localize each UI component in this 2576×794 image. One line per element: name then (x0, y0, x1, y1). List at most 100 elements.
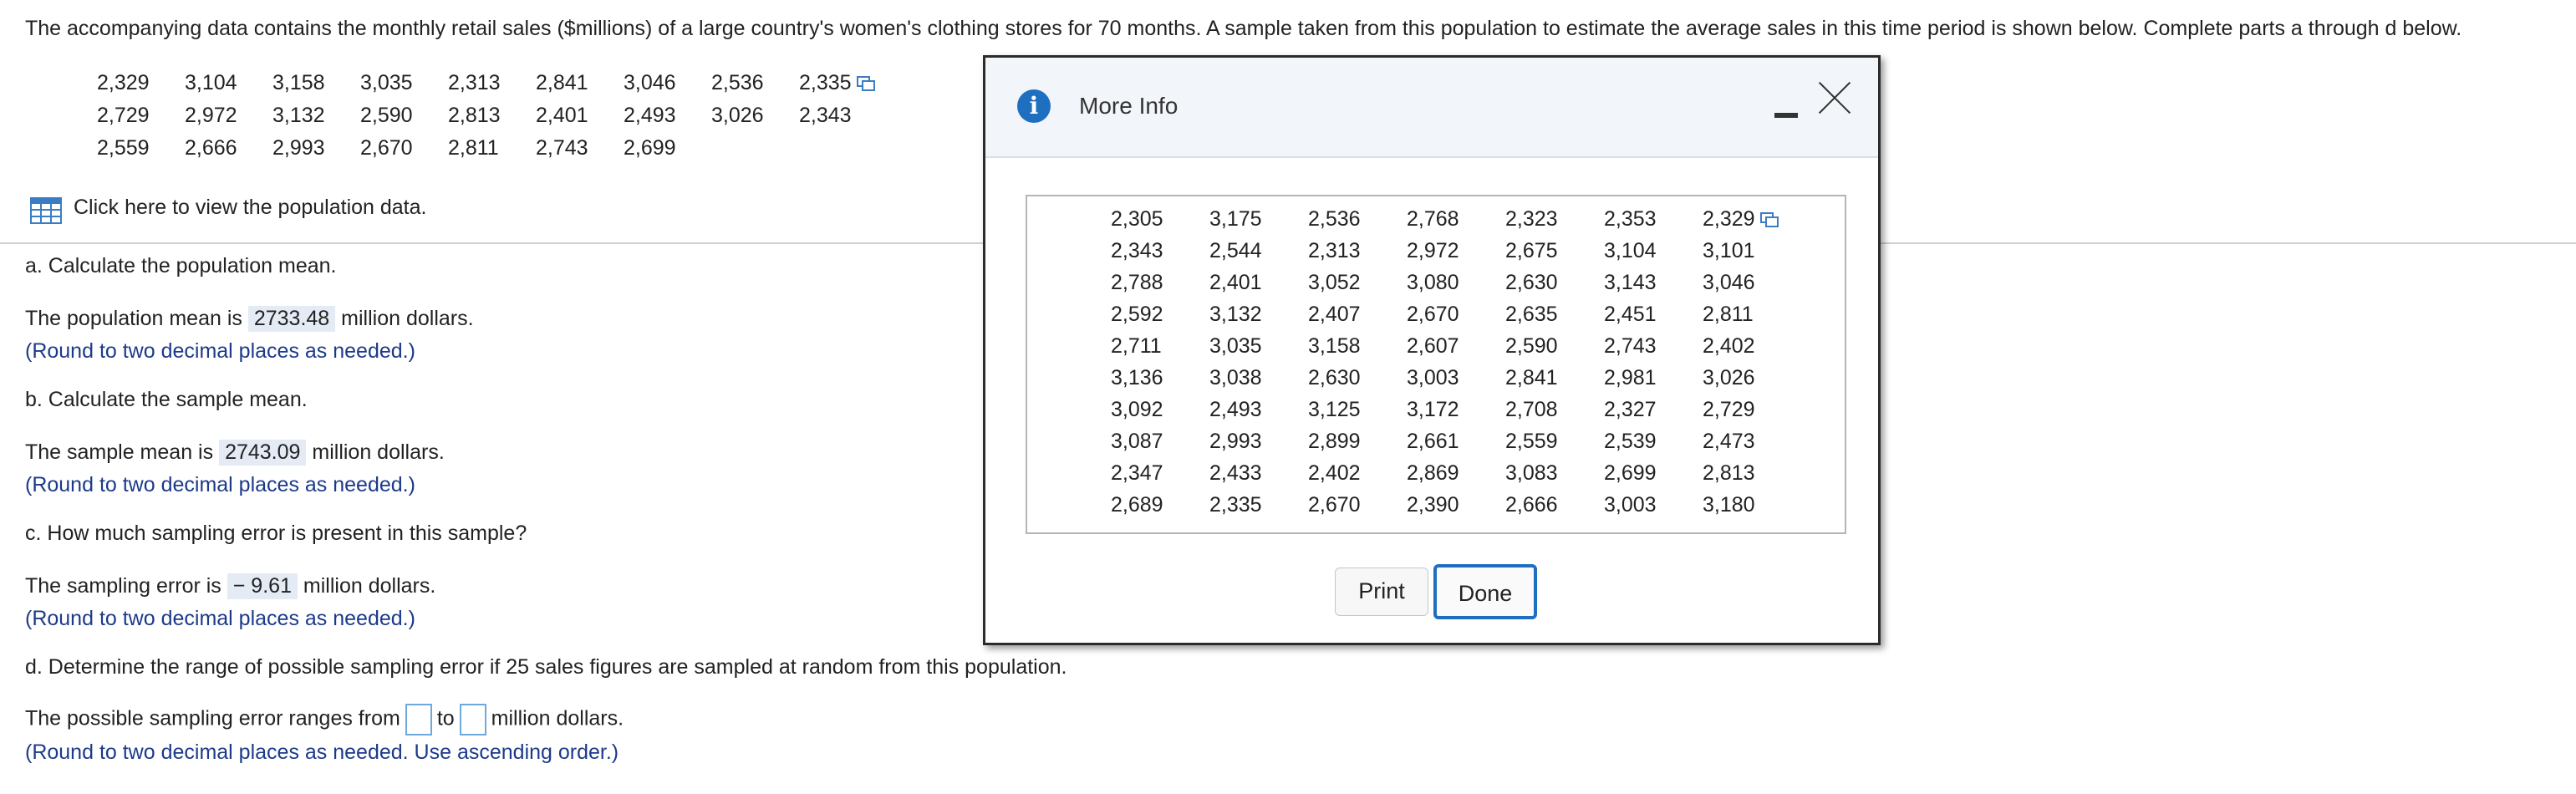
sample-cell: 2,590 (360, 99, 448, 132)
sample-cell: 3,104 (185, 67, 272, 99)
population-cell: 3,046 (1703, 267, 1801, 298)
population-cell: 2,473 (1703, 425, 1801, 457)
sample-value: 3,132 (272, 104, 325, 127)
range-upper-input[interactable] (459, 704, 486, 735)
population-value: 2,493 (1209, 397, 1262, 421)
population-mean-answer[interactable]: 2733.48 (247, 306, 336, 332)
population-cell: 2,343 (1111, 235, 1209, 267)
population-cell: 2,329 (1703, 203, 1801, 235)
copy-icon[interactable] (856, 76, 875, 92)
population-cell: 3,026 (1703, 362, 1801, 394)
sample-cell: 2,343 (799, 99, 887, 132)
part-b-prefix: The sample mean is (25, 440, 214, 464)
population-row: 2,347 2,433 2,402 2,869 3,083 2,699 2,813 (1111, 457, 1801, 489)
population-value: 2,675 (1505, 238, 1558, 262)
grid-icon[interactable] (30, 197, 62, 224)
population-data-link[interactable]: Click here to view the population data. (74, 196, 426, 220)
sample-cell: 2,670 (360, 132, 448, 165)
population-cell: 2,993 (1209, 425, 1308, 457)
population-value: 2,811 (1703, 302, 1754, 326)
sample-value: 2,313 (448, 71, 501, 94)
population-cell: 2,768 (1407, 203, 1505, 235)
population-cell: 2,711 (1111, 330, 1209, 362)
part-d-prompt: d. Determine the range of possible sampl… (25, 655, 1067, 679)
population-cell: 2,981 (1604, 362, 1703, 394)
population-cell: 2,401 (1209, 267, 1308, 298)
population-value: 2,313 (1308, 238, 1361, 262)
population-value: 3,104 (1604, 238, 1657, 262)
sample-cell: 2,559 (97, 132, 185, 165)
sampling-error-answer[interactable]: − 9.61 (227, 573, 298, 599)
sample-mean-answer[interactable]: 2743.09 (219, 440, 307, 466)
population-cell: 2,590 (1505, 330, 1604, 362)
minimize-icon[interactable] (1774, 101, 1800, 126)
sample-cell: 2,743 (536, 132, 624, 165)
sample-value: 2,536 (711, 71, 764, 94)
population-cell: 3,180 (1703, 489, 1801, 521)
population-value: 3,052 (1308, 270, 1361, 294)
population-value: 2,559 (1505, 429, 1558, 453)
population-value: 3,026 (1703, 365, 1755, 389)
population-value: 2,536 (1308, 206, 1361, 231)
population-value: 2,327 (1604, 397, 1657, 421)
population-value: 2,329 (1703, 206, 1755, 231)
part-a-answer-line: The population mean is 2733.48 million d… (25, 306, 474, 332)
print-button[interactable]: Print (1335, 568, 1428, 616)
population-cell: 2,327 (1604, 394, 1703, 425)
population-cell: 2,592 (1111, 298, 1209, 330)
sample-value: 3,046 (624, 71, 676, 94)
done-button[interactable]: Done (1433, 564, 1537, 619)
dialog-title: More Info (1079, 93, 1179, 119)
part-a-hint: (Round to two decimal places as needed.) (25, 339, 415, 363)
population-cell: 2,544 (1209, 235, 1308, 267)
part-b-suffix: million dollars. (312, 440, 445, 464)
part-b-prompt: b. Calculate the sample mean. (25, 388, 308, 411)
sample-row: 2,729 2,972 3,132 2,590 2,813 2,401 2,493 3,026… (97, 99, 887, 132)
sample-value: 2,670 (360, 136, 413, 160)
population-cell: 2,305 (1111, 203, 1209, 235)
population-row: 2,592 3,132 2,407 2,670 2,635 2,451 2,811 (1111, 298, 1801, 330)
population-cell: 2,407 (1308, 298, 1407, 330)
population-cell: 2,729 (1703, 394, 1801, 425)
population-value: 3,143 (1604, 270, 1657, 294)
sample-value: 2,841 (536, 71, 588, 94)
population-row: 2,788 2,401 3,052 3,080 2,630 3,143 3,046 (1111, 267, 1801, 298)
part-a-prefix: The population mean is (25, 307, 242, 330)
population-value: 2,347 (1111, 461, 1163, 485)
population-data-frame: 2,305 3,175 2,536 2,768 2,323 2,353 2,329 2,343… (1026, 195, 1846, 534)
population-value: 2,401 (1209, 270, 1262, 294)
population-cell: 3,101 (1703, 235, 1801, 267)
sample-data-table: 2,329 3,104 3,158 3,035 2,313 2,841 3,046 2,536… (97, 67, 887, 165)
population-value: 3,087 (1111, 429, 1163, 453)
sample-cell: 3,046 (624, 67, 711, 99)
sample-cell: 2,972 (185, 99, 272, 132)
population-value: 2,590 (1505, 333, 1558, 358)
copy-icon[interactable] (1759, 211, 1779, 227)
part-d-suffix: million dollars. (491, 706, 624, 730)
population-cell: 3,143 (1604, 267, 1703, 298)
population-cell: 2,899 (1308, 425, 1407, 457)
population-cell: 3,158 (1308, 330, 1407, 362)
sample-value: 2,666 (185, 136, 237, 160)
population-cell: 2,813 (1703, 457, 1801, 489)
sample-cell: 3,132 (272, 99, 360, 132)
population-cell: 2,630 (1308, 362, 1407, 394)
sample-value: 3,104 (185, 71, 237, 94)
sample-cell: 3,035 (360, 67, 448, 99)
population-cell: 2,666 (1505, 489, 1604, 521)
population-cell: 2,323 (1505, 203, 1604, 235)
population-value: 2,323 (1505, 206, 1558, 231)
close-icon[interactable] (1818, 81, 1851, 115)
population-value: 3,003 (1407, 365, 1459, 389)
population-row: 2,305 3,175 2,536 2,768 2,323 2,353 2,329 (1111, 203, 1801, 235)
range-lower-input[interactable] (405, 704, 432, 735)
population-cell: 3,104 (1604, 235, 1703, 267)
population-cell: 2,841 (1505, 362, 1604, 394)
population-value: 2,539 (1604, 429, 1657, 453)
population-cell: 3,003 (1407, 362, 1505, 394)
question-intro: The accompanying data contains the month… (25, 17, 2462, 40)
sample-value: 3,035 (360, 71, 413, 94)
population-value: 3,125 (1308, 397, 1361, 421)
sample-cell: 2,811 (448, 132, 536, 165)
population-value: 3,038 (1209, 365, 1262, 389)
